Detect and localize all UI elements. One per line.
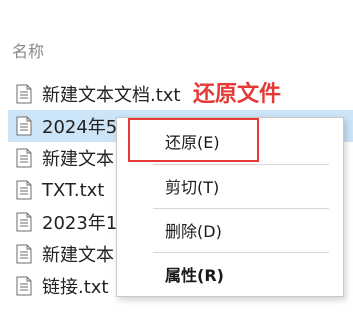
file-name: 链接.txt: [42, 277, 109, 298]
name-column-header[interactable]: 名称: [12, 38, 44, 62]
text-file-icon: [16, 244, 32, 264]
file-name: 新建文本: [42, 245, 114, 266]
restore-file-annotation: 还原文件: [193, 82, 282, 107]
menu-separator: [153, 208, 329, 209]
menu-item-cut[interactable]: 剪切(T): [117, 169, 343, 203]
file-row[interactable]: 新建文本文档.txt: [8, 78, 353, 110]
menu-separator: [153, 252, 329, 253]
restore-highlight-box: [128, 118, 259, 162]
text-file-icon: [16, 276, 32, 296]
file-name: 新建文本文档.txt: [42, 85, 181, 106]
text-file-icon: [16, 84, 32, 104]
menu-separator: [153, 164, 329, 165]
file-name: TXT.txt: [42, 179, 105, 201]
text-file-icon: [16, 212, 32, 232]
file-name: 2023年1: [42, 213, 118, 234]
menu-item-delete[interactable]: 删除(D): [117, 213, 343, 247]
text-file-icon: [16, 180, 32, 200]
text-file-icon: [16, 116, 32, 136]
text-file-icon: [16, 148, 32, 168]
file-name: 2024年5: [42, 117, 118, 138]
menu-item-properties[interactable]: 属性(R): [117, 257, 343, 291]
file-name: 新建文本: [42, 149, 114, 170]
